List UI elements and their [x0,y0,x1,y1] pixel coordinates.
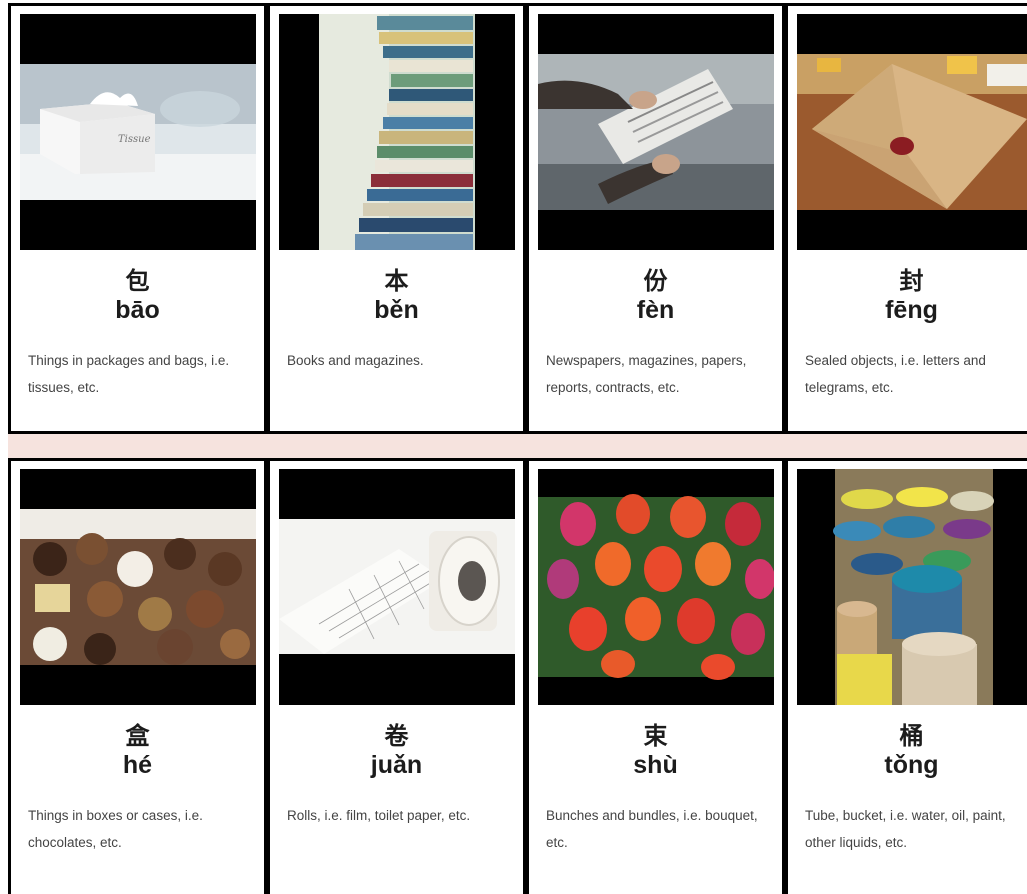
card-description: Bunches and bundles, i.e. bouquet, etc. [546,808,758,850]
pinyin-label: fēng [885,296,938,324]
card-description: Sealed objects, i.e. letters and telegra… [805,353,986,395]
hanzi-character: 卷 [384,722,409,750]
pinyin-label: fèn [636,296,675,324]
measure-word-card-he: 盒 hé Things in boxes or cases, i.e. choc… [8,458,267,894]
card-description: Rolls, i.e. film, toilet paper, etc. [287,808,471,823]
hanzi-character: 包 [125,267,150,295]
tulip-bouquet-photo [538,469,774,705]
pinyin-label: shù [633,751,678,779]
chocolate-box-photo [20,469,256,705]
card-description: Newspapers, magazines, papers, reports, … [546,353,747,395]
measure-word-card-shu: 束 shù Bunches and bundles, i.e. bouquet,… [526,458,785,894]
newspaper-photo [538,14,774,250]
measure-word-card-tong: 桶 tǒng Tube, bucket, i.e. water, oil, pa… [785,458,1027,894]
sealed-envelope-photo [797,14,1027,250]
measure-word-card-bao: Tissue 包 bāo Things in packages and bags… [8,3,267,434]
hanzi-character: 本 [384,267,409,295]
pinyin-label: bāo [115,296,160,324]
svg-text:Tissue: Tissue [118,134,151,145]
row-divider-band [8,433,1027,459]
hanzi-character: 封 [899,267,924,295]
hanzi-character: 桶 [899,722,924,750]
hanzi-character: 束 [643,722,668,750]
card-description: Things in boxes or cases, i.e. chocolate… [28,808,203,850]
hanzi-character: 份 [643,267,668,295]
measure-word-card-feng: 封 fēng Sealed objects, i.e. letters and … [785,3,1027,434]
paint-buckets-photo [797,469,1027,705]
measure-word-card-ben: 本 běn Books and magazines. [267,3,526,434]
tissue-box-photo: Tissue [20,14,256,250]
toilet-paper-roll-photo [279,469,515,705]
pinyin-label: tǒng [884,751,939,779]
book-stack-photo [279,14,515,250]
pinyin-label: hé [122,751,153,779]
hanzi-character: 盒 [125,722,150,750]
measure-word-card-fen: 份 fèn Newspapers, magazines, papers, rep… [526,3,785,434]
card-description: Tube, bucket, i.e. water, oil, paint, ot… [805,808,1006,850]
pinyin-label: juǎn [370,751,423,779]
card-description: Books and magazines. [287,353,424,368]
pinyin-label: běn [374,296,419,324]
measure-word-card-juan: 卷 juǎn Rolls, i.e. film, toilet paper, e… [267,458,526,894]
card-description: Things in packages and bags, i.e. tissue… [28,353,230,395]
